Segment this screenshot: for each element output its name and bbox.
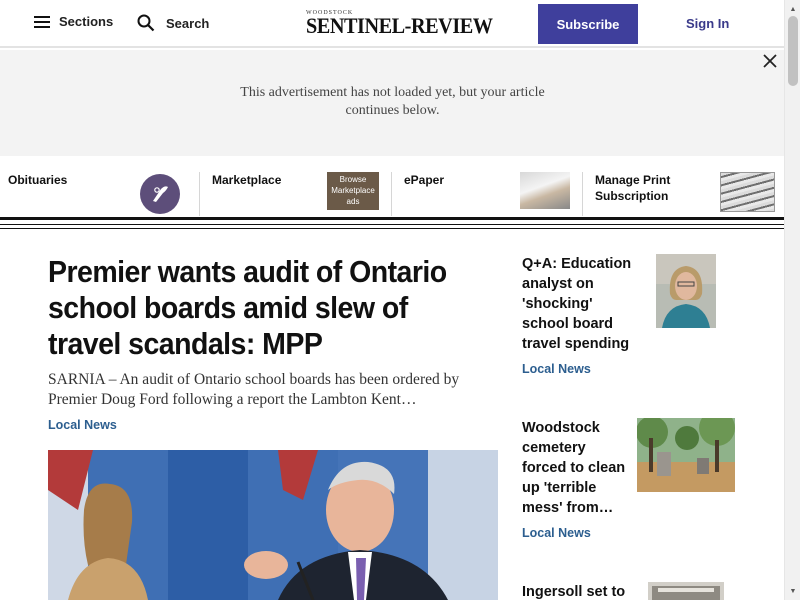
print-subscription-thumbnail[interactable] — [720, 172, 775, 212]
scroll-down-arrow-icon[interactable]: ▼ — [785, 584, 800, 598]
quick-link-epaper[interactable]: ePaper — [404, 172, 444, 188]
side-story-category-link[interactable]: Local News — [522, 526, 591, 540]
divider — [582, 172, 583, 216]
quick-link-obituaries[interactable]: Obituaries — [8, 172, 67, 188]
subscribe-button[interactable]: Subscribe — [538, 4, 638, 44]
logo-main-text: SENTINEL-REVIEW — [306, 13, 493, 38]
section-rule — [0, 217, 784, 220]
sections-label: Sections — [59, 14, 114, 29]
side-story-photo[interactable] — [656, 254, 716, 328]
obituary-quill-icon[interactable] — [140, 174, 180, 214]
ad-notice-text: This advertisement has not loaded yet, b… — [240, 85, 545, 118]
side-story-photo[interactable] — [637, 418, 735, 492]
scrollbar-thumb[interactable] — [788, 16, 798, 86]
close-icon[interactable] — [762, 53, 778, 69]
divider — [391, 172, 392, 216]
search-icon — [137, 14, 155, 32]
site-logo[interactable]: WOODSTOCK SENTINEL-REVIEW — [306, 9, 493, 39]
sign-in-link[interactable]: Sign In — [686, 16, 729, 31]
epaper-thumbnail[interactable] — [520, 172, 570, 209]
divider — [199, 172, 200, 216]
quick-link-marketplace[interactable]: Marketplace — [212, 172, 281, 188]
quick-link-manage-print-subscription[interactable]: Manage Print Subscription — [595, 172, 685, 204]
side-story-category-link[interactable]: Local News — [522, 362, 591, 376]
side-story-headline[interactable]: Woodstock cemetery forced to clean up 't… — [522, 418, 634, 518]
main-story-category-link[interactable]: Local News — [48, 418, 117, 432]
side-story-headline[interactable]: Ingersoll set to — [522, 582, 634, 600]
main-story-headline[interactable]: Premier wants audit of Ontario school bo… — [48, 254, 462, 362]
search-label: Search — [166, 15, 210, 31]
side-story-photo[interactable] — [648, 582, 724, 600]
section-rule — [0, 228, 784, 229]
scroll-up-arrow-icon[interactable]: ▲ — [785, 2, 800, 16]
search-button[interactable]: Search — [137, 14, 209, 32]
sections-menu-button[interactable]: Sections — [34, 14, 113, 29]
page-scrollbar[interactable]: ▲ ▼ — [784, 0, 800, 600]
hamburger-icon — [34, 15, 50, 28]
site-header: Sections Search WOODSTOCK SENTINEL-REVIE… — [0, 0, 784, 48]
quick-links-strip: Obituaries Marketplace Browse Marketplac… — [0, 156, 784, 218]
main-story-photo[interactable] — [48, 450, 498, 600]
advertisement-placeholder: This advertisement has not loaded yet, b… — [0, 50, 784, 156]
section-rule — [0, 224, 784, 225]
main-story-summary: SARNIA – An audit of Ontario school boar… — [48, 371, 460, 408]
side-story-headline[interactable]: Q+A: Education analyst on 'shocking' sch… — [522, 254, 634, 354]
marketplace-thumbnail[interactable]: Browse Marketplace ads — [327, 172, 379, 210]
